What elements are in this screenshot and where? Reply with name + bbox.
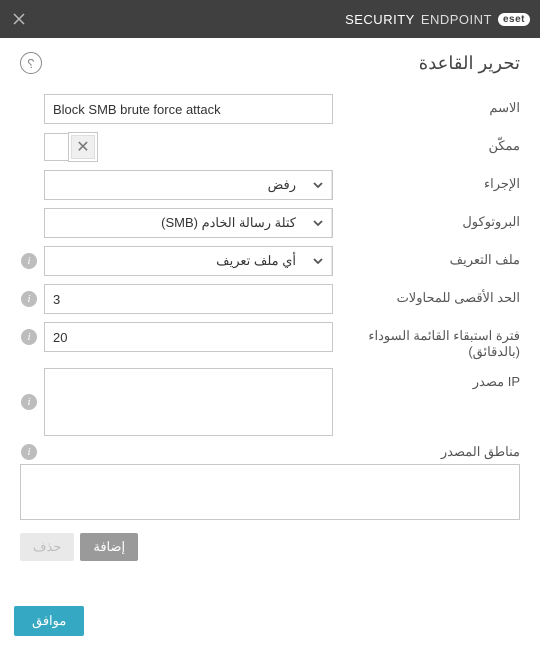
help-icon[interactable]: ? [20,52,42,74]
protocol-value: كتلة رسالة الخادم (SMB) [45,215,304,231]
close-icon[interactable] [10,10,28,28]
src-zones-label: مناطق المصدر [441,444,520,460]
src-ip-label: IP مصدر [345,368,520,390]
enabled-checkbox[interactable]: ✕ [68,132,98,162]
check-x-icon: ✕ [71,135,95,159]
protocol-select[interactable]: كتلة رسالة الخادم (SMB) [44,208,333,238]
delete-button: حذف [20,533,74,561]
info-icon[interactable]: i [21,444,37,460]
blacklist-label: فترة استبقاء القائمة السوداء (بالدقائق) [345,322,520,360]
src-ip-textarea[interactable] [44,368,333,436]
brand: eset ENDPOINT SECURITY [345,12,530,27]
name-input[interactable] [44,94,333,124]
rule-form: الاسم ممكّن ✕ الإجراء [0,84,540,561]
blacklist-input[interactable] [44,322,333,352]
info-icon[interactable]: i [21,329,37,345]
brand-thin: ENDPOINT [421,12,492,27]
info-icon[interactable]: i [21,253,37,269]
max-attempts-label: الحد الأقصى للمحاولات [345,284,520,306]
ok-button[interactable]: موافق [14,606,84,636]
chevron-down-icon [304,209,332,237]
action-select[interactable]: رفض [44,170,333,200]
info-icon[interactable]: i [21,394,37,410]
page-title: تحرير القاعدة [419,53,520,74]
action-label: الإجراء [345,170,520,192]
dialog-footer: موافق [14,606,84,636]
titlebar: eset ENDPOINT SECURITY [0,0,540,38]
info-icon[interactable]: i [21,291,37,307]
max-attempts-input[interactable] [44,284,333,314]
name-label: الاسم [345,94,520,116]
action-value: رفض [45,177,304,193]
profile-label: ملف التعريف [345,246,520,268]
profile-value: أي ملف تعريف [45,253,304,269]
protocol-label: البروتوكول [345,208,520,230]
brand-bold: SECURITY [345,12,415,27]
page-header: ? تحرير القاعدة [0,38,540,84]
src-zones-textarea[interactable] [20,464,520,520]
enabled-label: ممكّن [345,132,520,154]
chevron-down-icon [304,171,332,199]
chevron-down-icon [304,247,332,275]
brand-logo: eset [498,13,530,26]
add-button[interactable]: إضافة [80,533,138,561]
profile-select[interactable]: أي ملف تعريف [44,246,333,276]
